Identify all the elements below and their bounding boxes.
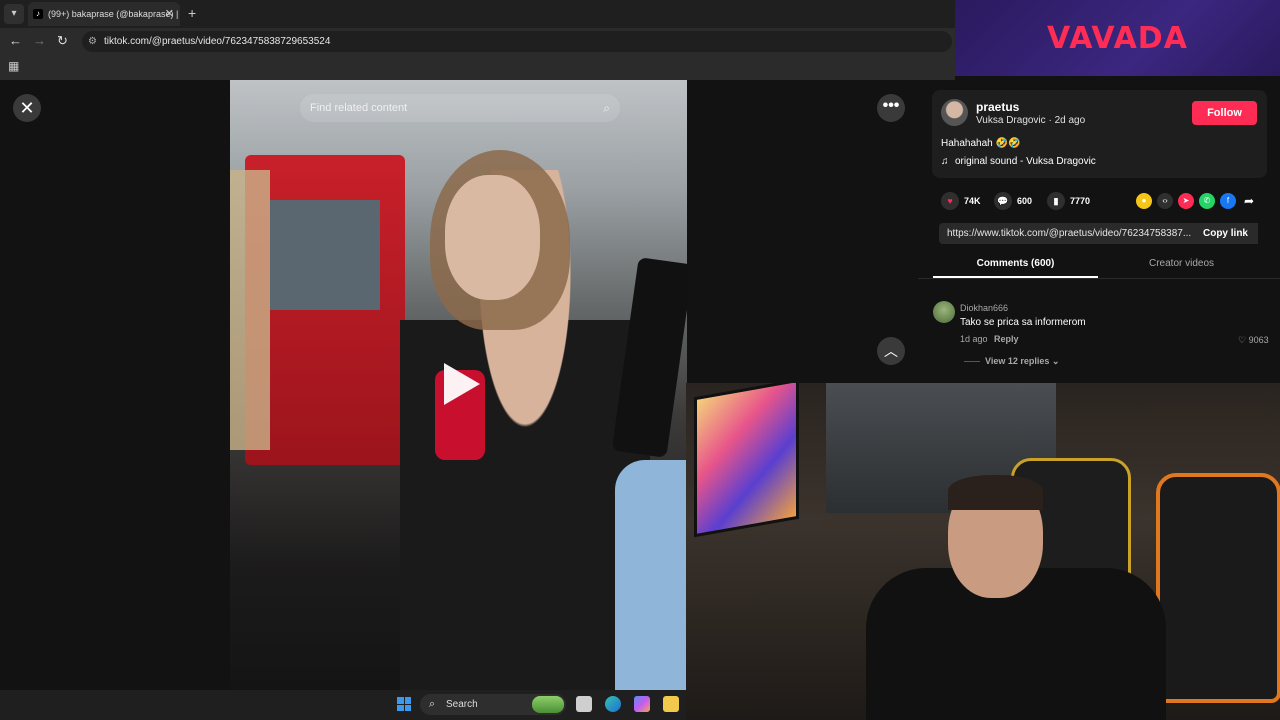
send-icon[interactable]: ➤ xyxy=(1178,193,1194,209)
view-replies-label: View 12 replies xyxy=(985,356,1050,366)
webcam-overlay xyxy=(686,383,1280,720)
comment-username[interactable]: Diokhan666 xyxy=(960,303,1008,313)
address-bar[interactable]: ⚙ tiktok.com/@praetus/video/762347583872… xyxy=(82,31,952,52)
url-text: tiktok.com/@praetus/video/76234758387296… xyxy=(104,36,331,47)
task-view-icon[interactable] xyxy=(576,696,592,712)
person-left-shape xyxy=(230,170,270,450)
new-tab-button[interactable]: + xyxy=(188,5,196,21)
follow-button[interactable]: Follow xyxy=(1192,101,1257,125)
apps-icon[interactable]: ▦ xyxy=(8,60,20,72)
close-tab-icon[interactable]: ✕ xyxy=(165,2,174,26)
avatar[interactable] xyxy=(941,99,968,126)
ad-brand: VAVADA xyxy=(1047,20,1188,56)
reply-button[interactable]: Reply xyxy=(994,334,1019,344)
bookmarks-bar xyxy=(0,54,955,80)
like-count: 74K xyxy=(964,196,981,206)
display-name: Vuksa Dragovic xyxy=(976,115,1046,126)
bookmark-icon[interactable]: ▮ xyxy=(1047,192,1065,210)
comment-age: 1d ago xyxy=(960,334,988,344)
play-icon[interactable] xyxy=(444,363,480,405)
user-subtitle: Vuksa Dragovic · 2d ago xyxy=(976,115,1086,126)
more-icon[interactable]: ••• xyxy=(877,94,905,122)
save-stat[interactable]: ▮ 7770 xyxy=(1047,192,1090,210)
reply-divider xyxy=(964,361,980,363)
forward-icon[interactable]: → xyxy=(33,33,46,48)
comment-likes[interactable]: ♡ 9063 xyxy=(1238,335,1269,346)
facebook-icon[interactable]: f xyxy=(1220,193,1236,209)
file-explorer-icon[interactable] xyxy=(663,696,679,712)
site-info-icon[interactable]: ⚙ xyxy=(88,31,97,52)
browser-tab[interactable]: ♪ (99+) bakaprase (@bakaprase) | ✕ xyxy=(28,2,180,26)
like-stat[interactable]: ♥ 74K xyxy=(941,192,981,210)
comment-text: Tako se prica sa informerom xyxy=(960,317,1086,328)
reload-icon[interactable]: ↻ xyxy=(57,33,68,49)
tv-shape xyxy=(694,383,799,538)
tab-comments[interactable]: Comments (600) xyxy=(933,257,1098,271)
view-replies-button[interactable]: View 12 replies ⌄ xyxy=(964,356,1059,367)
sound-link[interactable]: ♫ original sound - Vuksa Dragovic xyxy=(941,156,1096,167)
windows-start-icon[interactable] xyxy=(397,697,411,711)
tab-title: (99+) bakaprase (@bakaprase) | xyxy=(48,9,179,19)
back-icon[interactable]: ← xyxy=(9,33,22,48)
mic-stick-shape xyxy=(453,460,469,610)
chevron-down-icon: ⌄ xyxy=(1051,356,1060,366)
music-note-icon: ♫ xyxy=(941,156,949,167)
heart-outline-icon[interactable]: ♡ xyxy=(1238,335,1246,345)
gaming-chair-shape xyxy=(1156,473,1280,703)
person-face-shape xyxy=(445,175,540,300)
comment-icon[interactable]: 💬 xyxy=(994,192,1012,210)
streamer-hair-shape xyxy=(948,475,1043,510)
blue-coat-shape xyxy=(615,460,687,690)
comment-avatar[interactable] xyxy=(933,301,955,323)
save-count: 7770 xyxy=(1070,196,1091,206)
ad-banner[interactable]: VAVADA xyxy=(955,0,1280,76)
copy-link-button[interactable]: Copy link xyxy=(1193,223,1258,244)
comment-like-count: 9063 xyxy=(1248,335,1269,345)
sound-name: original sound - Vuksa Dragovic xyxy=(955,156,1096,167)
video-search-placeholder: Find related content xyxy=(310,102,408,114)
tabs-divider xyxy=(918,278,1280,279)
close-icon[interactable]: ✕ xyxy=(13,94,41,122)
chevron-up-icon[interactable]: ︿ xyxy=(877,337,905,365)
active-tab-indicator xyxy=(933,276,1098,278)
post-date: 2d ago xyxy=(1054,115,1086,126)
share-arrow-icon[interactable]: ➦ xyxy=(1241,193,1257,209)
taskbar-search-label: Search xyxy=(446,699,478,710)
comment-count: 600 xyxy=(1017,196,1033,206)
search-icon: ⌕ xyxy=(429,698,436,710)
video-search-input[interactable]: Find related content ⌕ xyxy=(300,94,620,122)
heart-icon[interactable]: ♥ xyxy=(941,192,959,210)
tab-creator-videos[interactable]: Creator videos xyxy=(1099,257,1264,271)
whatsapp-icon[interactable]: ✆ xyxy=(1199,193,1215,209)
comment-stat[interactable]: 💬 600 xyxy=(994,192,1032,210)
video-player[interactable]: Find related content ⌕ xyxy=(230,80,687,690)
bus-window-shape xyxy=(270,200,380,310)
copilot-icon[interactable] xyxy=(634,696,650,712)
search-icon[interactable]: ⌕ xyxy=(603,94,610,122)
search-highlight-icon xyxy=(532,696,564,713)
tiktok-icon: ♪ xyxy=(33,9,43,19)
taskbar-search[interactable]: ⌕ Search xyxy=(420,694,566,715)
coin-share-icon[interactable]: ● xyxy=(1136,193,1152,209)
post-description: Hahahahah 🤣🤣 xyxy=(941,138,1021,149)
tab-search-dropdown[interactable]: ▾ xyxy=(4,4,24,24)
username[interactable]: praetus xyxy=(976,100,1019,114)
embed-icon[interactable]: ‹› xyxy=(1157,193,1173,209)
edge-icon[interactable] xyxy=(605,696,621,712)
